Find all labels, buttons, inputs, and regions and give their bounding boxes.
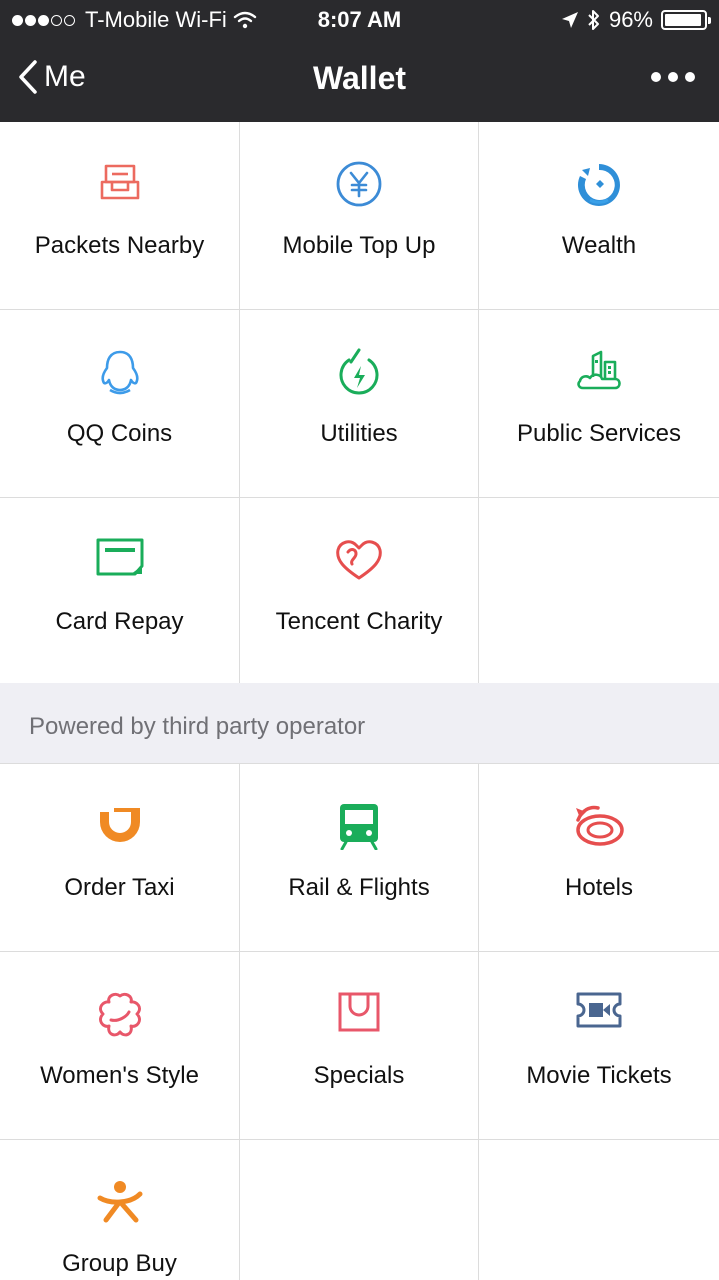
train-icon [340,804,378,850]
service-label: Group Buy [62,1250,177,1277]
service-label: Wealth [561,232,637,259]
service-label: Public Services [516,420,682,447]
navigation-bar: Me Wallet [0,40,719,122]
service-rail-flights[interactable]: Rail & Flights [240,764,479,952]
service-label: Movie Tickets [526,1062,672,1089]
service-wealth[interactable]: Wealth [479,122,719,310]
status-bar: T-Mobile Wi-Fi 8:07 AM 96% [0,0,719,40]
service-packets-nearby[interactable]: Packets Nearby [0,122,240,310]
service-movie-tickets[interactable]: Movie Tickets [479,952,719,1140]
service-public-services[interactable]: Public Services [479,310,719,498]
empty-cell [240,1140,479,1280]
lightning-icon [339,348,379,395]
service-label: Tencent Charity [275,608,443,635]
page-title: Wallet [312,60,407,96]
card-icon [96,538,143,576]
service-label: Women's Style [40,1062,199,1089]
service-group-buy[interactable]: Group Buy [0,1140,240,1280]
service-card-repay[interactable]: Card Repay [0,498,240,686]
third-party-services-grid: Order Taxi Rail & Flights Hotels Women's… [0,764,719,1280]
service-specials[interactable]: Specials [240,952,479,1140]
top-bar: T-Mobile Wi-Fi 8:07 AM 96% Me Wallet [0,0,719,122]
service-hotels[interactable]: Hotels [479,764,719,952]
empty-cell [479,498,719,686]
flower-icon [98,992,141,1037]
yen-coin-icon [336,161,382,207]
service-label: Specials [313,1062,405,1089]
heart-icon [336,540,382,580]
wealth-icon [577,164,620,206]
service-womens-style[interactable]: Women's Style [0,952,240,1140]
battery-percent: 96% [608,7,653,32]
service-order-taxi[interactable]: Order Taxi [0,764,240,952]
service-label: QQ Coins [66,420,173,447]
penguin-icon [100,350,139,395]
location-arrow-icon [561,12,578,28]
bluetooth-icon [588,10,599,30]
service-label: Packets Nearby [34,232,205,259]
group-buy-icon [97,1181,142,1223]
ticket-icon [576,992,622,1028]
status-right: 96% [561,7,711,33]
shopping-bag-icon [338,992,380,1032]
hotel-icon [576,805,624,846]
service-label: Mobile Top Up [282,232,436,259]
service-label: Order Taxi [64,874,175,901]
red-packet-icon [100,164,139,200]
section-header-text: Powered by third party operator [29,713,366,740]
taxi-icon [99,806,140,842]
carrier-name: T-Mobile Wi-Fi [85,7,227,32]
city-icon [577,350,621,390]
tencent-services-grid: Packets Nearby Mobile Top Up Wealth QQ C… [0,122,719,686]
signal-strength-icon [12,14,75,26]
battery-icon [661,10,711,30]
empty-cell [479,1140,719,1280]
more-options-button[interactable] [651,72,695,82]
wifi-icon [233,11,256,29]
service-label: Hotels [564,874,634,901]
service-utilities[interactable]: Utilities [240,310,479,498]
service-label: Utilities [320,420,398,447]
status-left: T-Mobile Wi-Fi [12,7,257,33]
service-label: Card Repay [55,608,184,635]
section-header: Powered by third party operator [0,683,719,764]
service-label: Rail & Flights [288,874,430,901]
service-tencent-charity[interactable]: Tencent Charity [240,498,479,686]
service-mobile-top-up[interactable]: Mobile Top Up [240,122,479,310]
battery-fill [665,14,702,26]
service-qq-coins[interactable]: QQ Coins [0,310,240,498]
